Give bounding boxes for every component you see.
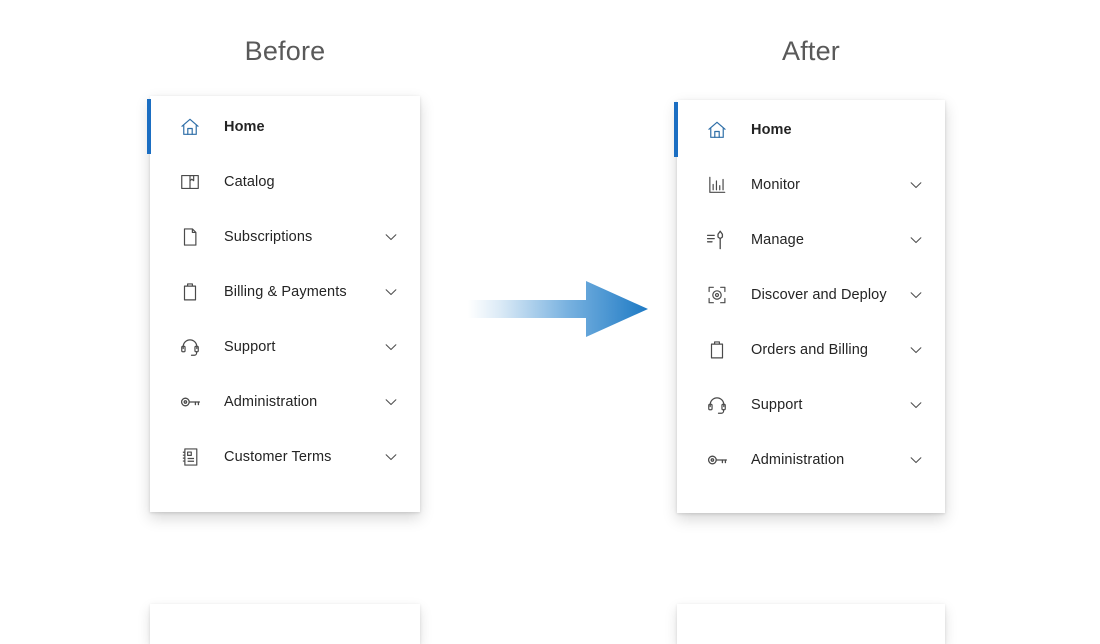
- nav-item-administration[interactable]: Administration: [677, 432, 945, 487]
- chevron-down-icon[interactable]: [380, 446, 402, 468]
- nav-item-label: Support: [751, 396, 803, 413]
- key-icon: [178, 390, 202, 414]
- chevron-down-icon[interactable]: [905, 449, 927, 471]
- nav-item-home[interactable]: Home: [674, 102, 945, 157]
- nav-item-label: Home: [224, 118, 265, 135]
- transition-arrow: [468, 278, 648, 340]
- nav-item-label: Administration: [224, 393, 318, 410]
- nav-item-manage[interactable]: Manage: [677, 212, 945, 267]
- contact-book-icon: [178, 445, 202, 469]
- nav-item-label: Catalog: [224, 173, 275, 190]
- home-icon: [705, 118, 729, 142]
- nav-item-subscriptions[interactable]: Subscriptions: [150, 209, 420, 264]
- after-heading: After: [781, 36, 841, 66]
- key-icon: [705, 448, 729, 472]
- headset-icon: [705, 393, 729, 417]
- active-indicator-bar: [147, 99, 151, 154]
- comparison-stage: Before After Home Catalog Subscriptions Bil…: [0, 0, 1100, 644]
- nav-item-label: Support: [224, 338, 276, 355]
- book-icon: [178, 170, 202, 194]
- nav-item-billing-payments[interactable]: Billing & Payments: [150, 264, 420, 319]
- scan-target-icon: [705, 283, 729, 307]
- nav-item-label: Billing & Payments: [224, 283, 347, 300]
- nav-item-label: Customer Terms: [224, 448, 332, 465]
- before-panel-continuation: [150, 604, 420, 644]
- nav-item-label: Manage: [751, 231, 804, 248]
- nav-item-label: Home: [751, 121, 792, 138]
- after-panel-continuation: [677, 604, 945, 644]
- wrench-icon: [705, 228, 729, 252]
- nav-item-label: Administration: [751, 451, 845, 468]
- nav-item-discover-and-deploy[interactable]: Discover and Deploy: [677, 267, 945, 322]
- nav-item-support[interactable]: Support: [150, 319, 420, 374]
- chevron-down-icon[interactable]: [380, 336, 402, 358]
- chevron-down-icon[interactable]: [380, 391, 402, 413]
- headset-icon: [178, 335, 202, 359]
- nav-item-support[interactable]: Support: [677, 377, 945, 432]
- chevron-down-icon[interactable]: [905, 284, 927, 306]
- nav-item-customer-terms[interactable]: Customer Terms: [150, 429, 420, 484]
- page-icon: [178, 225, 202, 249]
- nav-item-administration[interactable]: Administration: [150, 374, 420, 429]
- nav-item-label: Orders and Billing: [751, 341, 869, 358]
- active-indicator-bar: [674, 102, 678, 157]
- after-nav-list: Home Monitor Manage Discover and Deploy Orde…: [674, 100, 945, 487]
- chevron-down-icon[interactable]: [905, 229, 927, 251]
- chevron-down-icon[interactable]: [905, 174, 927, 196]
- chevron-down-icon[interactable]: [380, 226, 402, 248]
- clipboard-icon: [178, 280, 202, 304]
- nav-item-label: Subscriptions: [224, 228, 313, 245]
- home-icon: [178, 115, 202, 139]
- chevron-down-icon[interactable]: [905, 339, 927, 361]
- transition-arrow-glyph: [468, 281, 648, 337]
- before-nav-list: Home Catalog Subscriptions Billing & Paymen…: [147, 96, 420, 484]
- nav-item-label: Monitor: [751, 176, 801, 193]
- before-navigation-panel: Home Catalog Subscriptions Billing & Paymen…: [147, 96, 420, 512]
- chevron-down-icon[interactable]: [905, 394, 927, 416]
- nav-item-label: Discover and Deploy: [751, 286, 887, 303]
- bar-chart-icon: [705, 173, 729, 197]
- chevron-down-icon[interactable]: [380, 281, 402, 303]
- nav-item-orders-and-billing[interactable]: Orders and Billing: [677, 322, 945, 377]
- before-heading: Before: [244, 36, 326, 66]
- clipboard-icon: [705, 338, 729, 362]
- nav-item-home[interactable]: Home: [147, 99, 420, 154]
- nav-item-catalog[interactable]: Catalog: [150, 154, 420, 209]
- after-navigation-panel: Home Monitor Manage Discover and Deploy Orde…: [674, 100, 945, 513]
- nav-item-monitor[interactable]: Monitor: [677, 157, 945, 212]
